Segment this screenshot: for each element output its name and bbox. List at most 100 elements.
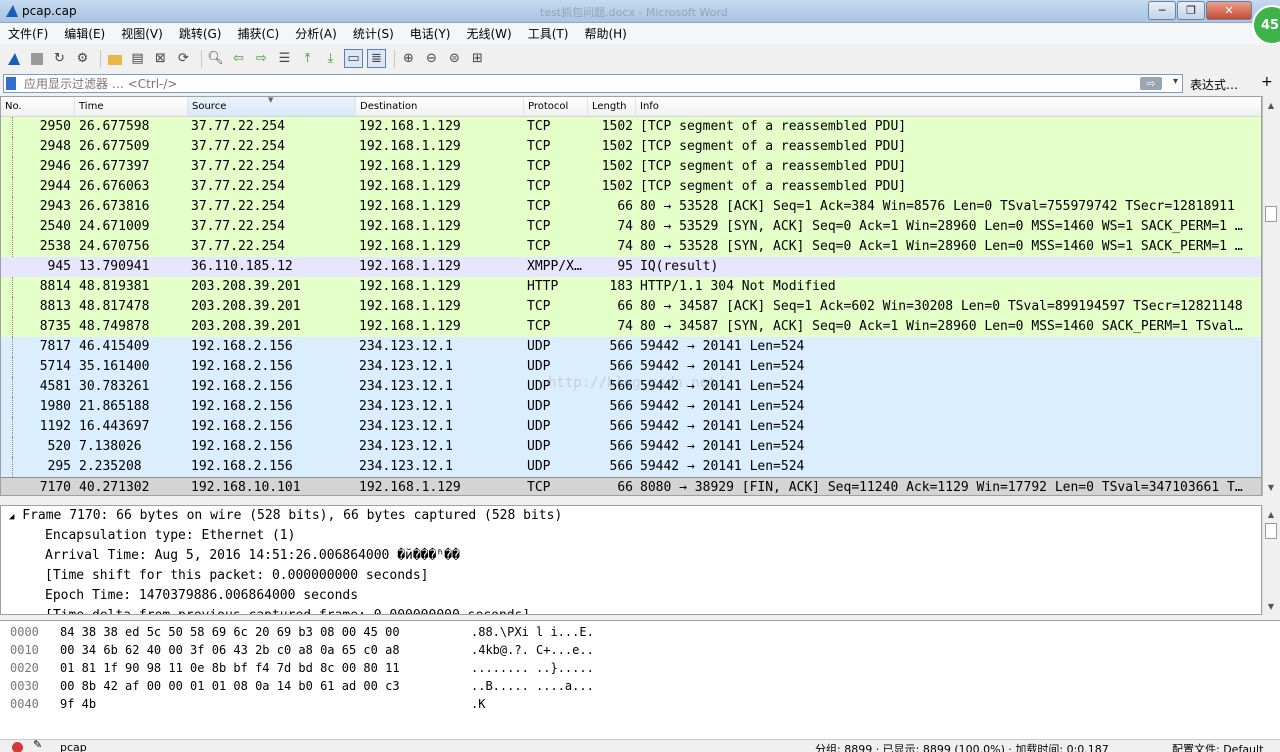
main-toolbar: ↻ ⚙ ▤ ⊠ ⟳ 🔍︎ ⇦ ⇨ ☰ ⤒ ⤓ ▭ ≣ ⊕ ⊖ ⊜ ⊞ (0, 45, 1280, 72)
packet-list-scrollbar[interactable]: ▲ ▼ (1262, 96, 1280, 496)
scroll-down-icon[interactable]: ▼ (1263, 598, 1279, 614)
packet-row[interactable]: 2946 26.677397 37.77.22.254 192.168.1.129 TC… (1, 157, 1261, 177)
colorize-icon[interactable]: ≣ (367, 49, 386, 68)
cell-destination: 192.168.1.129 (359, 139, 461, 154)
go-to-packet-icon[interactable]: ☰ (275, 49, 294, 68)
auto-scroll-icon[interactable]: ▭ (344, 49, 363, 68)
bookmark-icon[interactable] (6, 77, 16, 90)
cell-length: 74 (617, 219, 633, 234)
column-header-destination[interactable]: Destination (356, 97, 524, 116)
packet-row[interactable]: 5714 35.161400 192.168.2.156 234.123.12.1 UD… (1, 357, 1261, 377)
menu-file[interactable]: 文件(F) (0, 25, 56, 42)
bytes-row[interactable]: 0040 9f 4b .K (0, 695, 1280, 713)
stop-capture-icon[interactable] (27, 49, 46, 68)
zoom-reset-icon[interactable]: ⊜ (445, 49, 464, 68)
packet-row[interactable]: 2948 26.677509 37.77.22.254 192.168.1.129 TC… (1, 137, 1261, 157)
packet-row[interactable]: 8814 48.819381 203.208.39.201 192.168.1.129… (1, 277, 1261, 297)
status-profile[interactable]: 配置文件: Default (1172, 741, 1263, 752)
packet-row[interactable]: 1192 16.443697 192.168.2.156 234.123.12.1 UD… (1, 417, 1261, 437)
resize-columns-icon[interactable]: ⊞ (468, 49, 487, 68)
close-file-icon[interactable]: ⊠ (151, 49, 170, 68)
add-filter-button[interactable]: + (1261, 74, 1273, 90)
bytes-ascii: .4kb@.?. C+...e.. (471, 643, 594, 657)
scroll-up-icon[interactable]: ▲ (1263, 506, 1279, 522)
detail-field-row[interactable]: [Time delta from previous captured frame… (1, 606, 1261, 614)
menu-telephony[interactable]: 电话(Y) (402, 25, 459, 42)
packet-row[interactable]: 8813 48.817478 203.208.39.201 192.168.1.129… (1, 297, 1261, 317)
packet-row[interactable]: 8735 48.749878 203.208.39.201 192.168.1.129… (1, 317, 1261, 337)
cell-source: 192.168.2.156 (191, 419, 293, 434)
detail-field-row[interactable]: [Time shift for this packet: 0.000000000… (1, 566, 1261, 586)
zoom-out-icon[interactable]: ⊖ (422, 49, 441, 68)
menu-tools[interactable]: 工具(T) (520, 25, 577, 42)
apply-filter-button[interactable]: ⇨ (1140, 77, 1162, 90)
detail-field-row[interactable]: Encapsulation type: Ethernet (1) (1, 526, 1261, 546)
find-packet-icon[interactable]: 🔍︎ (206, 49, 225, 68)
minimize-button[interactable]: ─ (1148, 1, 1176, 20)
packet-row[interactable]: 2540 24.671009 37.77.22.254 192.168.1.129 TC… (1, 217, 1261, 237)
window-title: pcap.cap (22, 4, 77, 18)
chevron-down-icon[interactable]: ▾ (1173, 76, 1178, 87)
cell-no: 2538 (39, 239, 71, 254)
menu-edit[interactable]: 编辑(E) (56, 25, 113, 42)
packet-row[interactable]: 295 2.235208 192.168.2.156 234.123.12.1 UDP 5… (1, 457, 1261, 477)
menu-statistics[interactable]: 统计(S) (345, 25, 402, 42)
menu-analyze[interactable]: 分析(A) (287, 25, 345, 42)
menu-help[interactable]: 帮助(H) (576, 25, 634, 42)
detail-field-row[interactable]: Epoch Time: 1470379886.006864000 seconds (1, 586, 1261, 606)
packet-row[interactable]: 945 13.790941 36.110.185.12 192.168.1.129 XM… (1, 257, 1261, 277)
bytes-row[interactable]: 0020 01 81 1f 90 98 11 0e 8b bf f4 7d bd … (0, 659, 1280, 677)
cell-length: 566 (609, 359, 633, 374)
menu-wireless[interactable]: 无线(W) (459, 25, 520, 42)
scroll-up-icon[interactable]: ▲ (1263, 97, 1279, 113)
scroll-thumb[interactable] (1265, 206, 1277, 222)
bytes-row[interactable]: 0030 00 8b 42 af 00 00 01 01 08 0a 14 b0 … (0, 677, 1280, 695)
packet-row[interactable]: 7817 46.415409 192.168.2.156 234.123.12.1 UD… (1, 337, 1261, 357)
packet-row[interactable]: 7170 40.271302 192.168.10.101 192.168.1.129… (1, 477, 1261, 495)
go-last-icon[interactable]: ⤓ (321, 49, 340, 68)
close-button[interactable]: ✕ (1206, 1, 1252, 20)
zoom-in-icon[interactable]: ⊕ (399, 49, 418, 68)
save-file-icon[interactable]: ▤ (128, 49, 147, 68)
packet-row[interactable]: 2538 24.670756 37.77.22.254 192.168.1.129 TC… (1, 237, 1261, 257)
bytes-row[interactable]: 0010 00 34 6b 62 40 00 3f 06 43 2b c0 a8 … (0, 641, 1280, 659)
cell-info: 59442 → 20141 Len=524 (640, 379, 805, 394)
scroll-thumb[interactable] (1265, 523, 1277, 539)
packet-bytes-pane[interactable]: 0000 84 38 38 ed 5c 50 58 69 6c 20 69 b3 … (0, 620, 1280, 739)
go-forward-icon[interactable]: ⇨ (252, 49, 271, 68)
packet-row[interactable]: 2950 26.677598 37.77.22.254 192.168.1.129 TC… (1, 117, 1261, 137)
go-first-icon[interactable]: ⤒ (298, 49, 317, 68)
packet-list[interactable]: No. Time Source Destination Protocol Len… (0, 96, 1262, 496)
column-header-info[interactable]: Info (636, 97, 1261, 116)
collapse-arrow-icon[interactable]: ◢ (9, 512, 14, 522)
menu-capture[interactable]: 捕获(C) (229, 25, 287, 42)
menu-view[interactable]: 视图(V) (113, 25, 171, 42)
edit-comment-icon[interactable]: ✎ (33, 740, 42, 751)
menu-go[interactable]: 跳转(G) (171, 25, 230, 42)
cell-destination: 234.123.12.1 (359, 399, 453, 414)
display-filter-input[interactable] (24, 76, 1124, 91)
scroll-down-icon[interactable]: ▼ (1263, 479, 1279, 495)
packet-details-pane[interactable]: ◢ Frame 7170: 66 bytes on wire (528 bits… (0, 505, 1262, 615)
capture-options-icon[interactable]: ⚙ (73, 49, 92, 68)
column-header-protocol[interactable]: Protocol (524, 97, 588, 116)
column-header-no[interactable]: No. (1, 97, 75, 116)
column-header-time[interactable]: Time (75, 97, 188, 116)
reload-file-icon[interactable]: ⟳ (174, 49, 193, 68)
packet-row[interactable]: 2944 26.676063 37.77.22.254 192.168.1.129 TC… (1, 177, 1261, 197)
packet-row[interactable]: 2943 26.673816 37.77.22.254 192.168.1.129 TC… (1, 197, 1261, 217)
cell-length: 566 (609, 459, 633, 474)
details-scrollbar[interactable]: ▲ ▼ (1262, 505, 1279, 615)
column-header-length[interactable]: Length (588, 97, 636, 116)
bytes-row[interactable]: 0000 84 38 38 ed 5c 50 58 69 6c 20 69 b3 … (0, 623, 1280, 641)
start-capture-icon[interactable] (4, 49, 23, 68)
restart-capture-icon[interactable]: ↻ (50, 49, 69, 68)
detail-frame-row[interactable]: ◢ Frame 7170: 66 bytes on wire (528 bits… (1, 506, 1261, 526)
open-file-icon[interactable] (105, 49, 124, 68)
go-back-icon[interactable]: ⇦ (229, 49, 248, 68)
packet-row[interactable]: 520 7.138026 192.168.2.156 234.123.12.1 UDP 5… (1, 437, 1261, 457)
detail-field-row[interactable]: Arrival Time: Aug 5, 2016 14:51:26.00686… (1, 546, 1261, 566)
packet-row[interactable]: 1980 21.865188 192.168.2.156 234.123.12.1 UD… (1, 397, 1261, 417)
expression-button[interactable]: 表达式… (1190, 76, 1238, 93)
maximize-button[interactable]: ❐ (1177, 1, 1205, 20)
